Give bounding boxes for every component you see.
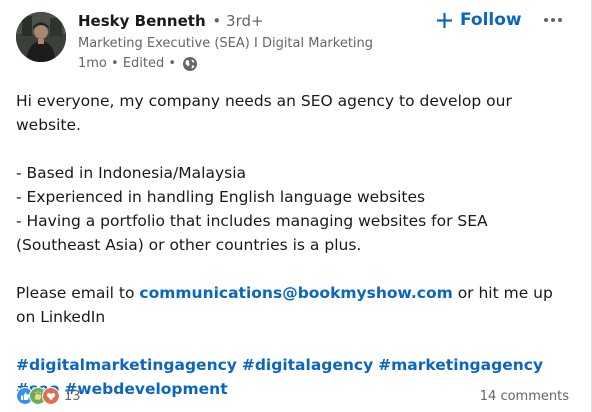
avatar-photo [16, 12, 66, 62]
contact-prefix: Please email to [16, 284, 140, 302]
ellipsis-icon [544, 18, 562, 22]
contact-line: Please email to communications@bookmysho… [16, 281, 576, 329]
author-avatar[interactable] [16, 12, 66, 62]
love-icon [42, 387, 60, 405]
comments-count-link[interactable]: 14 comments [480, 389, 569, 404]
feed-post-card: Hesky Benneth • 3rd+ Marketing Executive… [0, 0, 592, 412]
plus-icon [436, 12, 453, 29]
social-counts-bar: 13 14 comments [16, 386, 576, 406]
post-timestamp: 1mo • Edited • [78, 56, 177, 71]
post-intro: Hi everyone, my company needs an SEO age… [16, 92, 512, 134]
hashtag-link[interactable]: #marketingagency [378, 356, 543, 374]
globe-icon [182, 56, 198, 72]
hashtag-link[interactable]: #digitalmarketingagency [16, 356, 237, 374]
post-body: Hi everyone, my company needs an SEO age… [16, 89, 576, 401]
connection-degree: • 3rd+ [212, 12, 264, 30]
follow-button[interactable]: Follow [436, 5, 522, 35]
more-options-button[interactable] [540, 8, 566, 32]
requirement-item: - Based in Indonesia/Malaysia [16, 164, 246, 182]
reactions-summary[interactable]: 13 [16, 387, 81, 405]
post-meta: 1mo • Edited • [78, 55, 198, 73]
reaction-count: 13 [64, 388, 81, 404]
follow-label: Follow [460, 10, 522, 30]
author-name-line: Hesky Benneth • 3rd+ [78, 11, 264, 31]
email-link[interactable]: communications@bookmyshow.com [139, 284, 452, 302]
requirement-item: - Experienced in handling English langua… [16, 188, 426, 206]
hashtag-link[interactable]: #digitalagency [242, 356, 373, 374]
author-headline: Marketing Executive (SEA) I Digital Mark… [78, 36, 374, 51]
author-name[interactable]: Hesky Benneth [78, 12, 206, 30]
requirement-item: - Having a portfolio that includes manag… [16, 212, 488, 254]
